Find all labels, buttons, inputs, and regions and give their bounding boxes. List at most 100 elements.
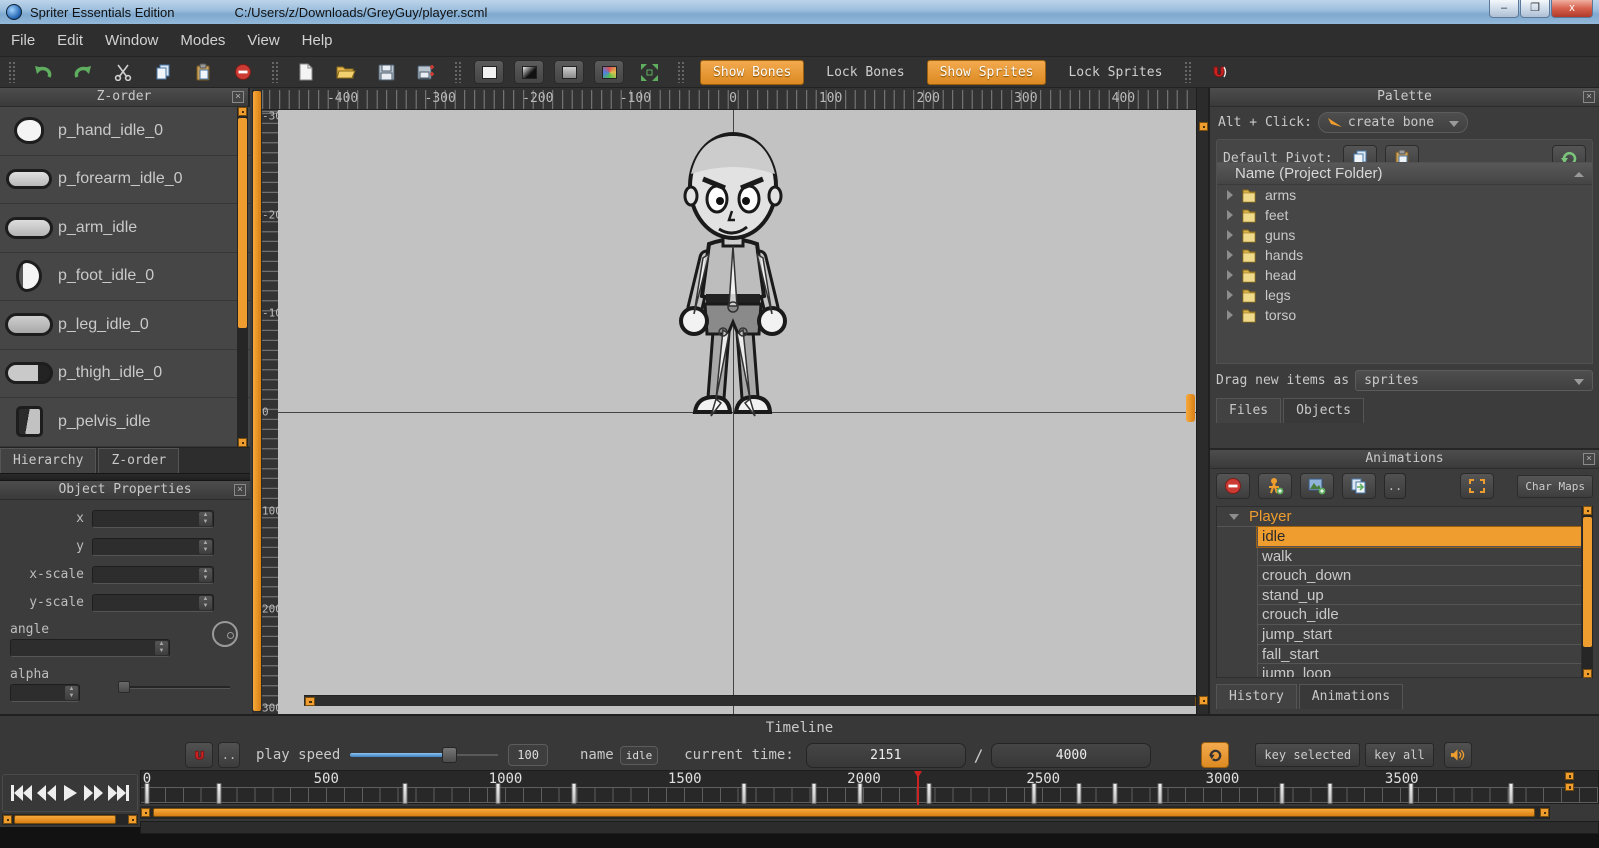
expand-caret-icon[interactable] — [1227, 190, 1233, 200]
close-icon[interactable]: × — [1583, 91, 1595, 103]
folder-row[interactable]: feet — [1217, 205, 1592, 225]
menu-item[interactable]: Edit — [46, 28, 94, 53]
close-icon[interactable]: × — [1583, 453, 1595, 465]
scrollbar-thumb[interactable] — [253, 91, 261, 711]
property-input[interactable]: ▲▼ — [92, 594, 214, 612]
scrollbar-thumb[interactable] — [1583, 517, 1592, 647]
zorder-item[interactable]: p_foot_idle_0 — [0, 253, 250, 302]
scroll-left-button[interactable] — [141, 808, 150, 817]
loop-playback-button[interactable] — [1201, 742, 1229, 768]
playback-scrollbar[interactable] — [2, 814, 138, 825]
play-speed-slider[interactable] — [350, 747, 498, 763]
animation-item[interactable]: idle — [1257, 527, 1581, 547]
skip-to-start-button[interactable] — [10, 784, 32, 802]
scrollbar-thumb[interactable] — [14, 815, 116, 824]
zorder-item[interactable]: p_pelvis_idle — [0, 398, 250, 447]
drag-items-dropdown[interactable]: sprites — [1355, 370, 1593, 391]
timeline-options-button[interactable]: .. — [218, 742, 240, 768]
bone-mode-dropdown[interactable]: create bone — [1318, 112, 1468, 133]
canvas-horizontal-scrollbar[interactable] — [304, 695, 1206, 706]
expand-view-icon[interactable] — [637, 61, 661, 83]
redo-icon[interactable] — [71, 61, 95, 83]
menu-item[interactable]: Window — [94, 28, 169, 53]
scroll-right-button[interactable] — [1540, 808, 1549, 817]
scroll-left-button[interactable] — [3, 815, 12, 824]
animation-item[interactable]: crouch_down — [1257, 566, 1581, 586]
timeline-track-row[interactable] — [140, 821, 1599, 834]
selection-brackets-button[interactable] — [1460, 473, 1494, 499]
property-input[interactable]: ▲▼ — [92, 538, 214, 556]
right-dock-scroll-strip[interactable] — [1196, 88, 1210, 714]
keyframe-marker[interactable] — [1408, 783, 1413, 804]
open-folder-icon[interactable] — [334, 61, 358, 83]
rewind-button[interactable] — [37, 784, 57, 802]
zoom-out-button[interactable] — [1565, 783, 1574, 791]
scrollbar-thumb[interactable] — [238, 118, 247, 328]
folder-row[interactable]: head — [1217, 265, 1592, 285]
keyframe-marker[interactable] — [1032, 783, 1037, 804]
folder-row[interactable]: legs — [1217, 285, 1592, 305]
char-maps-button[interactable]: Char Maps — [1517, 475, 1593, 498]
spinner-icon[interactable]: ▲▼ — [199, 540, 212, 554]
skip-to-end-button[interactable] — [108, 784, 130, 802]
show-bones-button[interactable]: Show Bones — [700, 60, 804, 85]
animation-item[interactable]: jump_start — [1257, 625, 1581, 645]
keyframe-marker[interactable] — [496, 783, 501, 804]
current-time-field[interactable]: 2151 — [806, 743, 966, 768]
collapse-caret-icon[interactable] — [1229, 514, 1239, 520]
zoom-in-button[interactable] — [1565, 772, 1574, 780]
spinner-icon[interactable]: ▲▼ — [199, 568, 212, 582]
alpha-slider[interactable] — [118, 681, 230, 693]
key-selected-button[interactable]: key selected — [1255, 743, 1360, 767]
keyframe-marker[interactable] — [1077, 783, 1082, 804]
zorder-item[interactable]: p_hand_idle_0 — [0, 107, 250, 156]
animation-name-value[interactable]: idle — [620, 746, 659, 765]
expand-caret-icon[interactable] — [1227, 210, 1233, 220]
keyframe-marker[interactable] — [811, 783, 816, 804]
spinner-icon[interactable]: ▲▼ — [199, 512, 212, 526]
more-options-button[interactable]: .. — [1384, 473, 1406, 499]
zorder-item[interactable]: p_arm_idle — [0, 204, 250, 253]
scroll-right-button[interactable] — [128, 815, 137, 824]
menu-item[interactable]: Help — [291, 28, 344, 53]
close-icon[interactable]: × — [232, 91, 244, 103]
close-icon[interactable]: × — [234, 484, 246, 496]
animations-scrollbar[interactable] — [1582, 506, 1593, 678]
scrollbar-thumb[interactable] — [153, 808, 1535, 817]
undo-icon[interactable] — [31, 61, 55, 83]
keyframe-marker[interactable] — [1509, 783, 1514, 804]
keyframe-marker[interactable] — [741, 783, 746, 804]
alpha-slider-handle[interactable] — [118, 681, 130, 693]
view-mode-white-button[interactable] — [474, 60, 504, 84]
zorder-item[interactable]: p_forearm_idle_0 — [0, 156, 250, 205]
entity-row[interactable]: Player — [1217, 507, 1581, 527]
keyframe-marker[interactable] — [1328, 783, 1333, 804]
angle-dial[interactable] — [212, 621, 238, 647]
expand-caret-icon[interactable] — [1227, 290, 1233, 300]
expand-caret-icon[interactable] — [1227, 310, 1233, 320]
keyframe-marker[interactable] — [926, 783, 931, 804]
spinner-icon[interactable]: ▲▼ — [155, 641, 168, 655]
animation-item[interactable]: fall_start — [1257, 645, 1581, 665]
animation-item[interactable]: stand_up — [1257, 586, 1581, 606]
canvas-vertical-scrollbar[interactable] — [252, 90, 262, 712]
timeline-scrollbar[interactable] — [140, 806, 1550, 819]
tree-header[interactable]: Name (Project Folder) — [1217, 163, 1592, 185]
keyframe-marker[interactable] — [1157, 783, 1162, 804]
view-mode-color-button[interactable] — [594, 60, 624, 84]
save-as-icon[interactable] — [414, 61, 438, 83]
folder-row[interactable]: guns — [1217, 225, 1592, 245]
scroll-up-button[interactable] — [238, 107, 247, 116]
view-mode-gray-button[interactable] — [554, 60, 584, 84]
keyframe-marker[interactable] — [403, 783, 408, 804]
tab-files[interactable]: Files — [1216, 398, 1281, 423]
delete-icon[interactable] — [231, 61, 255, 83]
menu-item[interactable]: Modes — [169, 28, 236, 53]
zorder-scrollbar[interactable] — [237, 107, 248, 447]
tab-objects[interactable]: Objects — [1283, 398, 1364, 423]
scroll-up-button[interactable] — [1583, 506, 1592, 515]
zorder-item[interactable]: p_leg_idle_0 — [0, 301, 250, 350]
playhead[interactable] — [917, 771, 919, 805]
keyframe-marker[interactable] — [571, 783, 576, 804]
folder-row[interactable]: torso — [1217, 305, 1592, 325]
